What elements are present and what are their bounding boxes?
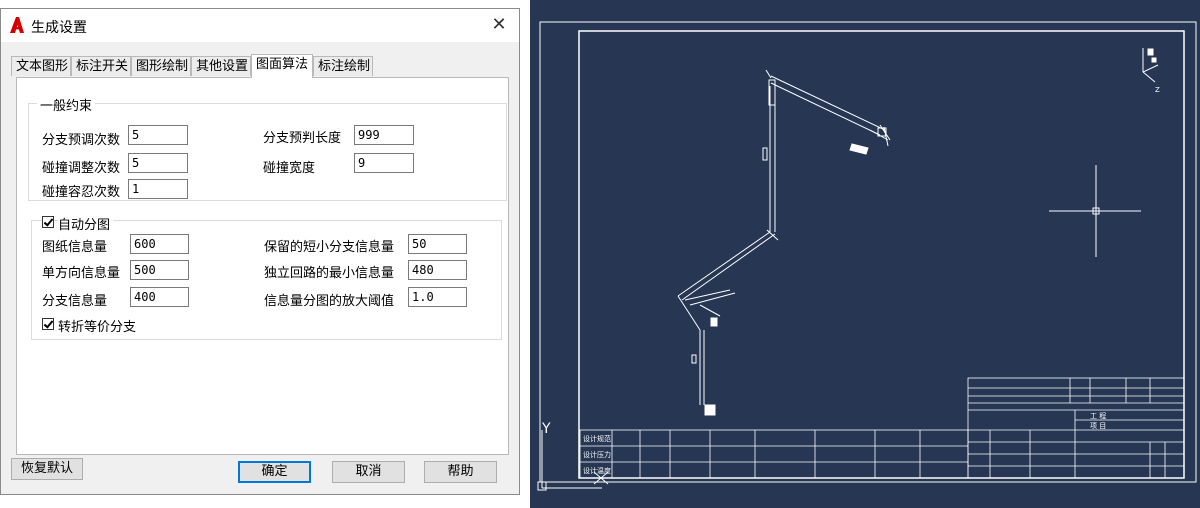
autocad-logo-icon (10, 17, 24, 33)
title-bar: 生成设置 ✕ (1, 9, 519, 42)
generation-settings-dialog: 生成设置 ✕ 文本图形 标注开关 图形绘制 其他设置 图面算法 标注绘制 一般约… (0, 8, 520, 495)
equivalent-branch-checkbox[interactable] (42, 318, 54, 330)
close-icon[interactable]: ✕ (487, 13, 511, 37)
branch-predict-length-input[interactable]: 999 (354, 125, 414, 145)
cad-drawing-svg: Z Y 设计规范 设计压力 设计温度 工 程 项 目 (537, 21, 1197, 491)
title-block-project: 工 程 (1090, 411, 1106, 420)
auto-split-checkbox[interactable] (42, 216, 54, 228)
help-button[interactable]: 帮助 (424, 461, 497, 483)
tab-other-settings[interactable]: 其他设置 (191, 56, 251, 76)
branch-adjust-label: 分支预调次数 (42, 133, 121, 148)
view-cube-icon (1142, 48, 1159, 83)
collision-adjust-label: 碰撞调整次数 (42, 161, 121, 176)
sheet-info-input[interactable]: 600 (130, 234, 189, 254)
collision-tolerance-input[interactable]: 1 (128, 179, 188, 199)
auto-split-label: 自动分图 (58, 214, 114, 233)
crosshair-cursor-icon (1049, 165, 1141, 257)
piping-isometric (677, 69, 891, 416)
amplify-threshold-label: 信息量分图的放大阈值 (264, 294, 395, 309)
min-loop-info-label: 独立回路的最小信息量 (264, 266, 395, 281)
tab-text-graphics[interactable]: 文本图形 (11, 56, 71, 76)
general-constraints-title: 一般约束 (37, 95, 96, 114)
collision-width-input[interactable]: 9 (354, 153, 414, 173)
title-block-design-pressure: 设计压力 (583, 450, 611, 459)
cancel-button[interactable]: 取消 (332, 461, 405, 483)
collision-tolerance-label: 碰撞容忍次数 (42, 185, 121, 200)
title-block-design-spec: 设计规范 (583, 434, 611, 443)
amplify-threshold-input[interactable]: 1.0 (408, 287, 467, 307)
single-direction-input[interactable]: 500 (130, 260, 189, 280)
collision-adjust-input[interactable]: 5 (128, 153, 188, 173)
ok-button[interactable]: 确定 (238, 461, 311, 483)
restore-default-button[interactable]: 恢复默认 (11, 458, 83, 480)
cad-drawing-canvas[interactable]: Z Y 设计规范 设计压力 设计温度 工 程 项 目 (530, 0, 1200, 508)
sheet-info-label: 图纸信息量 (42, 240, 108, 255)
branch-info-label: 分支信息量 (42, 294, 108, 309)
branch-predict-length-label: 分支预判长度 (263, 131, 342, 146)
dialog-title: 生成设置 (31, 20, 87, 36)
ucs-y-label: Y (541, 421, 551, 437)
tab-annotation-switch[interactable]: 标注开关 (71, 56, 131, 76)
equivalent-branch-label: 转折等价分支 (58, 320, 137, 335)
title-block-item: 项 目 (1090, 422, 1106, 430)
min-branch-info-label: 保留的短小分支信息量 (264, 240, 395, 255)
min-branch-info-input[interactable]: 50 (408, 234, 467, 254)
drawing-inner-border (578, 30, 1185, 479)
branch-info-input[interactable]: 400 (130, 287, 189, 307)
branch-adjust-input[interactable]: 5 (128, 125, 188, 145)
single-direction-label: 单方向信息量 (42, 266, 121, 281)
tab-surface-algorithm[interactable]: 图面算法 (251, 54, 313, 78)
tab-panel: 一般约束 分支预调次数 5 碰撞调整次数 5 碰撞容忍次数 1 分支预判长度 9… (16, 77, 509, 455)
title-block-design-temp: 设计温度 (583, 466, 611, 475)
tab-graphics-drawing[interactable]: 图形绘制 (131, 56, 191, 76)
view-cube-label: Z (1155, 86, 1160, 94)
tab-annotation-drawing[interactable]: 标注绘制 (313, 56, 373, 76)
min-loop-info-input[interactable]: 480 (408, 260, 467, 280)
collision-width-label: 碰撞宽度 (263, 161, 316, 176)
